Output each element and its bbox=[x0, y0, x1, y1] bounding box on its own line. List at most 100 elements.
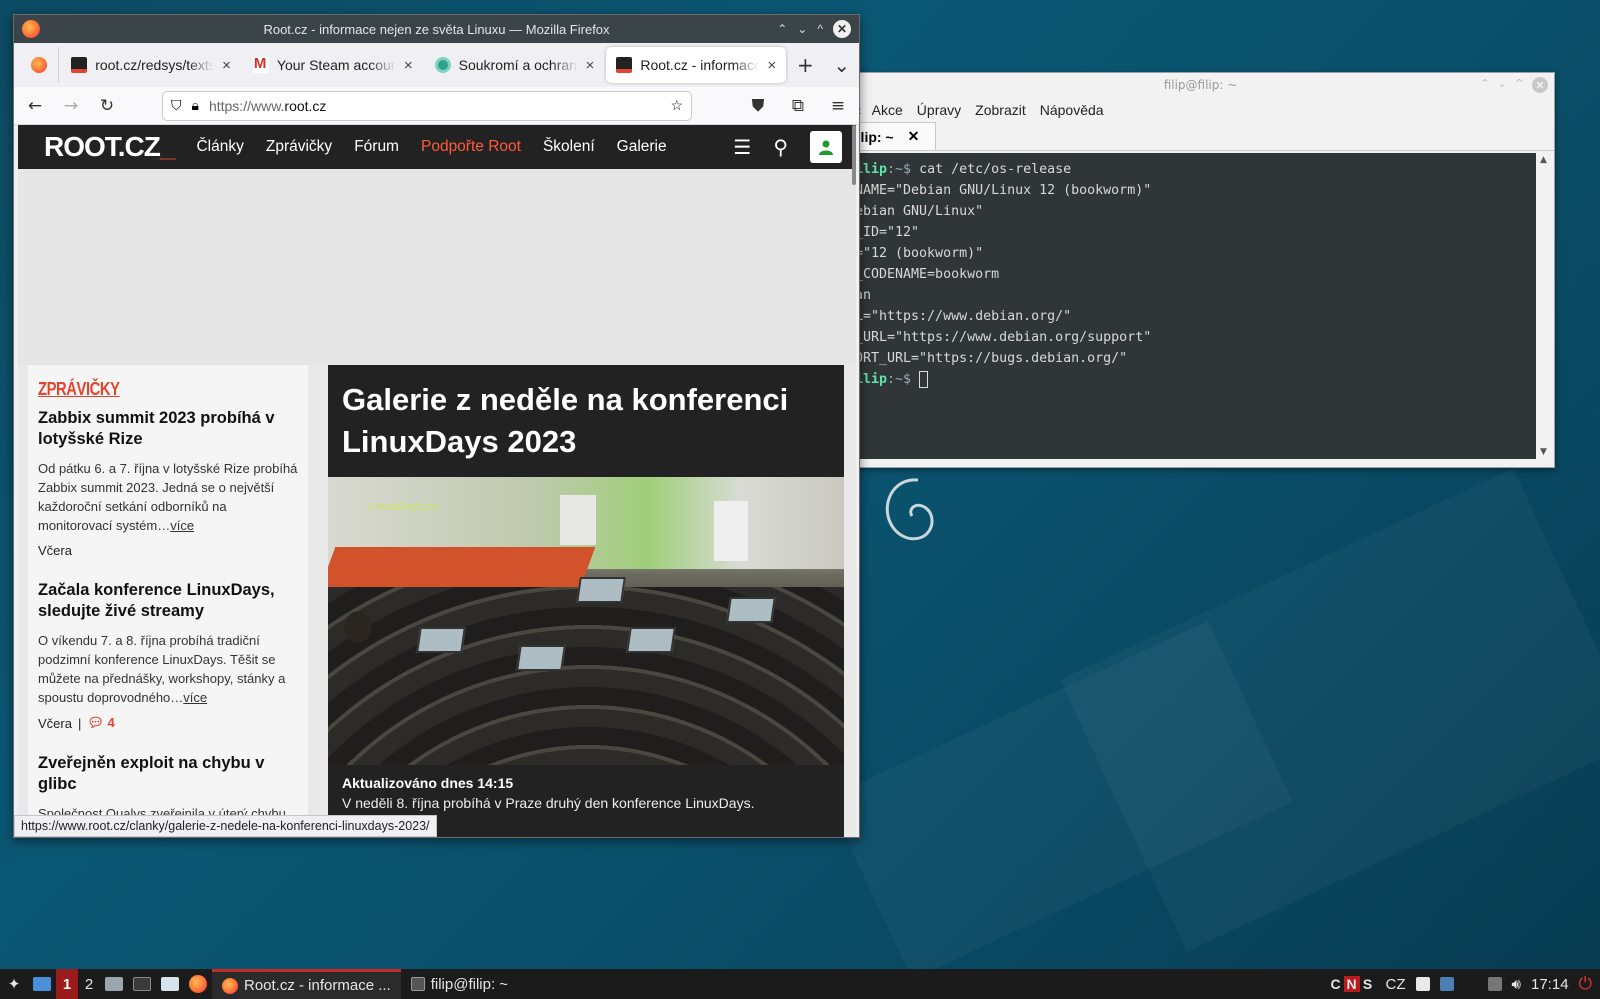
lock-icon[interactable]: 🔒︎ bbox=[192, 97, 199, 114]
news-heading[interactable]: ZPRÁVIČKY bbox=[38, 379, 251, 400]
tab-steam[interactable]: Your Steam account × bbox=[243, 47, 423, 83]
scroll-down-icon[interactable]: ▼ bbox=[1540, 447, 1547, 457]
tab-root-active[interactable]: Root.cz - informace × bbox=[606, 47, 787, 83]
user-account-button[interactable] bbox=[810, 131, 842, 163]
scrolllock-indicator: S bbox=[1362, 976, 1373, 992]
back-icon[interactable]: ← bbox=[22, 93, 48, 119]
nav-zpravicky[interactable]: Zprávičky bbox=[266, 138, 332, 156]
featured-article[interactable]: Galerie z neděle na konferenci LinuxDays… bbox=[328, 365, 844, 837]
close-tab-icon[interactable]: × bbox=[404, 57, 413, 74]
terminal-line: filip:~$ cat /etc/os-release bbox=[847, 162, 1072, 177]
list-all-tabs-icon[interactable]: ⌄ bbox=[825, 47, 859, 83]
url-text[interactable]: https://www.root.cz bbox=[209, 98, 660, 114]
terminal-tab[interactable]: filip: ~ ✕ bbox=[847, 122, 937, 150]
news-title[interactable]: Začala konference LinuxDays, sledujte ži… bbox=[38, 580, 298, 622]
text-editor-icon[interactable] bbox=[156, 969, 184, 999]
tab-redsys[interactable]: root.cz/redsys/texts × bbox=[61, 47, 241, 83]
featured-title[interactable]: Galerie z neděle na konferenci LinuxDays… bbox=[328, 365, 844, 477]
terminal-scrollbar[interactable]: ▲ ▼ bbox=[1536, 153, 1554, 459]
taskbar-task-terminal[interactable]: filip@filip: ~ bbox=[401, 969, 518, 999]
pocket-icon[interactable]: ⛊ bbox=[745, 93, 771, 119]
link-status-bar: https://www.root.cz/clanky/galerie-z-ned… bbox=[14, 815, 437, 837]
workspace-1[interactable]: 1 bbox=[56, 969, 78, 999]
minimize-icon[interactable]: ⌄ bbox=[1498, 77, 1507, 93]
tab-label: Root.cz - informace bbox=[640, 57, 760, 73]
nav-podporte-root[interactable]: Podpořte Root bbox=[421, 138, 521, 156]
close-tab-icon[interactable]: ✕ bbox=[908, 128, 920, 145]
clipboard-icon[interactable] bbox=[1415, 977, 1430, 991]
meta-separator: | bbox=[77, 715, 82, 731]
news-meta: Včera bbox=[38, 543, 298, 558]
close-tab-icon[interactable]: × bbox=[222, 57, 231, 74]
search-icon[interactable]: ⚲ bbox=[773, 135, 788, 159]
photo-laptop bbox=[726, 597, 776, 623]
terminal-line: Debian GNU/Linux" bbox=[847, 204, 984, 219]
site-logo[interactable]: ROOT.CZ_ bbox=[44, 131, 175, 163]
tab-privacy[interactable]: Soukromí a ochrana × bbox=[425, 47, 605, 83]
more-link[interactable]: více bbox=[170, 518, 194, 533]
terminal-line: _NAME="Debian GNU/Linux 12 (bookworm)" bbox=[847, 183, 1152, 198]
reload-icon[interactable]: ↻ bbox=[94, 93, 120, 119]
forward-icon[interactable]: → bbox=[58, 93, 84, 119]
close-icon[interactable]: ✕ bbox=[1532, 77, 1548, 93]
terminal-launcher-icon[interactable] bbox=[128, 969, 156, 999]
terminal-window[interactable]: filip@filip: ~ ⌃ ⌄ ^ ✕ ‹ Akce Úpravy Zob… bbox=[846, 72, 1555, 468]
update-notifier-icon[interactable] bbox=[1439, 977, 1454, 991]
nav-galerie[interactable]: Galerie bbox=[617, 138, 667, 156]
news-title[interactable]: Zveřejněn exploit na chybu v glibc bbox=[38, 753, 298, 795]
menu-napoveda[interactable]: Nápověda bbox=[1040, 102, 1104, 118]
web-page[interactable]: ROOT.CZ_ Články Zprávičky Fórum Podpořte… bbox=[18, 125, 856, 837]
tab-label: Your Steam account bbox=[276, 57, 396, 73]
firefox-titlebar[interactable]: Root.cz - informace nejen ze světa Linux… bbox=[14, 15, 859, 43]
scroll-up-icon[interactable]: ▲ bbox=[1540, 155, 1547, 165]
user-icon bbox=[819, 140, 833, 155]
keep-above-icon[interactable]: ⌃ bbox=[1480, 77, 1489, 93]
power-icon[interactable]: ⏻ bbox=[1579, 974, 1592, 994]
nav-forum[interactable]: Fórum bbox=[354, 138, 399, 156]
eject-icon[interactable] bbox=[1487, 977, 1502, 991]
taskbar-task-firefox[interactable]: Root.cz - informace ... bbox=[212, 969, 401, 999]
keep-above-icon[interactable]: ⌃ bbox=[777, 22, 787, 36]
close-icon[interactable]: ✕ bbox=[833, 20, 851, 38]
clock[interactable]: 17:14 bbox=[1531, 976, 1569, 993]
photo-banner bbox=[714, 501, 748, 561]
url-bar[interactable]: ⛉ 🔒︎ https://www.root.cz ☆ bbox=[162, 90, 692, 121]
firefox-launcher-icon[interactable] bbox=[184, 969, 212, 999]
bookmark-star-icon[interactable]: ☆ bbox=[670, 97, 683, 114]
terminal-line: ian bbox=[847, 285, 1536, 306]
close-tab-icon[interactable]: × bbox=[586, 57, 595, 74]
maximize-icon[interactable]: ^ bbox=[817, 22, 823, 36]
minimize-icon[interactable]: ⌄ bbox=[797, 22, 807, 36]
app-menu-icon[interactable]: ✦ bbox=[0, 969, 28, 999]
comments-link[interactable]: 💬︎ 4 bbox=[87, 715, 114, 731]
page-scrollbar[interactable] bbox=[852, 125, 856, 185]
new-tab-button[interactable]: + bbox=[788, 47, 822, 83]
maximize-icon[interactable]: ^ bbox=[1515, 77, 1524, 93]
show-desktop-icon[interactable] bbox=[28, 969, 56, 999]
menu-akce[interactable]: Akce bbox=[872, 102, 903, 118]
terminal-titlebar[interactable]: filip@filip: ~ ⌃ ⌄ ^ ✕ bbox=[847, 73, 1554, 97]
hamburger-menu-icon[interactable]: ☰ bbox=[733, 135, 751, 159]
nav-skoleni[interactable]: Školení bbox=[543, 138, 595, 156]
tracking-shield-icon[interactable]: ⛉ bbox=[171, 97, 182, 114]
workspace-2[interactable]: 2 bbox=[78, 969, 100, 999]
tab-pinned[interactable] bbox=[20, 47, 60, 83]
extensions-icon[interactable]: ⧉ bbox=[785, 93, 811, 119]
conference-photo[interactable]: LinuxDays.cz bbox=[328, 477, 844, 765]
keyboard-layout[interactable]: CZ bbox=[1386, 976, 1406, 993]
close-tab-icon[interactable]: × bbox=[767, 57, 776, 74]
menu-zobrazit[interactable]: Zobrazit bbox=[975, 102, 1026, 118]
keyboard-lock-indicators: C N S bbox=[1328, 976, 1376, 992]
terminal-output[interactable]: filip:~$ cat /etc/os-release _NAME="Debi… bbox=[847, 153, 1536, 459]
news-title[interactable]: Zabbix summit 2023 probíhá v lotyšské Ri… bbox=[38, 408, 298, 450]
file-manager-icon[interactable] bbox=[100, 969, 128, 999]
privacy-icon bbox=[434, 57, 451, 73]
volume-icon[interactable]: 🔊︎ bbox=[1512, 976, 1521, 993]
menu-icon[interactable]: ≡ bbox=[825, 93, 851, 119]
firefox-window[interactable]: Root.cz - informace nejen ze světa Linux… bbox=[13, 14, 860, 838]
menu-upravy[interactable]: Úpravy bbox=[917, 102, 961, 118]
more-link[interactable]: více bbox=[183, 690, 207, 705]
terminal-cursor bbox=[919, 370, 929, 388]
ad-placeholder bbox=[18, 169, 856, 365]
nav-clanky[interactable]: Články bbox=[196, 138, 243, 156]
